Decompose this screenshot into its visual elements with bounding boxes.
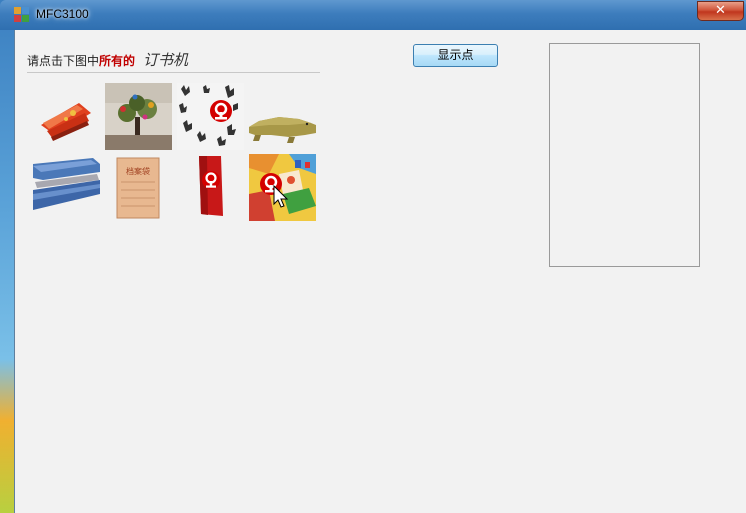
app-icon (14, 7, 29, 22)
show-points-button[interactable]: 显示点 (413, 44, 498, 67)
close-button[interactable]: ✕ (697, 1, 744, 21)
image-tile-blue-stapler[interactable] (33, 154, 100, 221)
mouse-cursor-icon (273, 185, 289, 208)
instruction-highlight: 所有的 (99, 54, 136, 68)
image-tile-red-stapler[interactable] (33, 83, 100, 150)
instruction-text: 请点击下图中所有的 订书机 (27, 49, 188, 70)
image-tile-envelope[interactable]: 档案袋 (105, 154, 172, 221)
app-window: MFC3100 ✕ 请点击下图中所有的 订书机 显示点 档案袋 (0, 0, 746, 513)
image-tile-handprints[interactable] (177, 83, 244, 150)
preview-panel (549, 43, 700, 267)
envelope-label: 档案袋 (126, 166, 150, 176)
image-tile-tree[interactable] (105, 83, 172, 150)
title-bar[interactable]: MFC3100 ✕ (0, 0, 746, 30)
image-tile-crocodile[interactable] (249, 83, 316, 150)
separator-line (27, 72, 320, 73)
close-icon: ✕ (715, 3, 726, 18)
target-object-label: 订书机 (143, 51, 189, 69)
window-title: MFC3100 (36, 7, 89, 21)
client-area: 请点击下图中所有的 订书机 显示点 档案袋 (14, 30, 746, 513)
instruction-prefix: 请点击下图中 (27, 54, 100, 68)
image-tile-red-banner[interactable] (177, 154, 244, 221)
